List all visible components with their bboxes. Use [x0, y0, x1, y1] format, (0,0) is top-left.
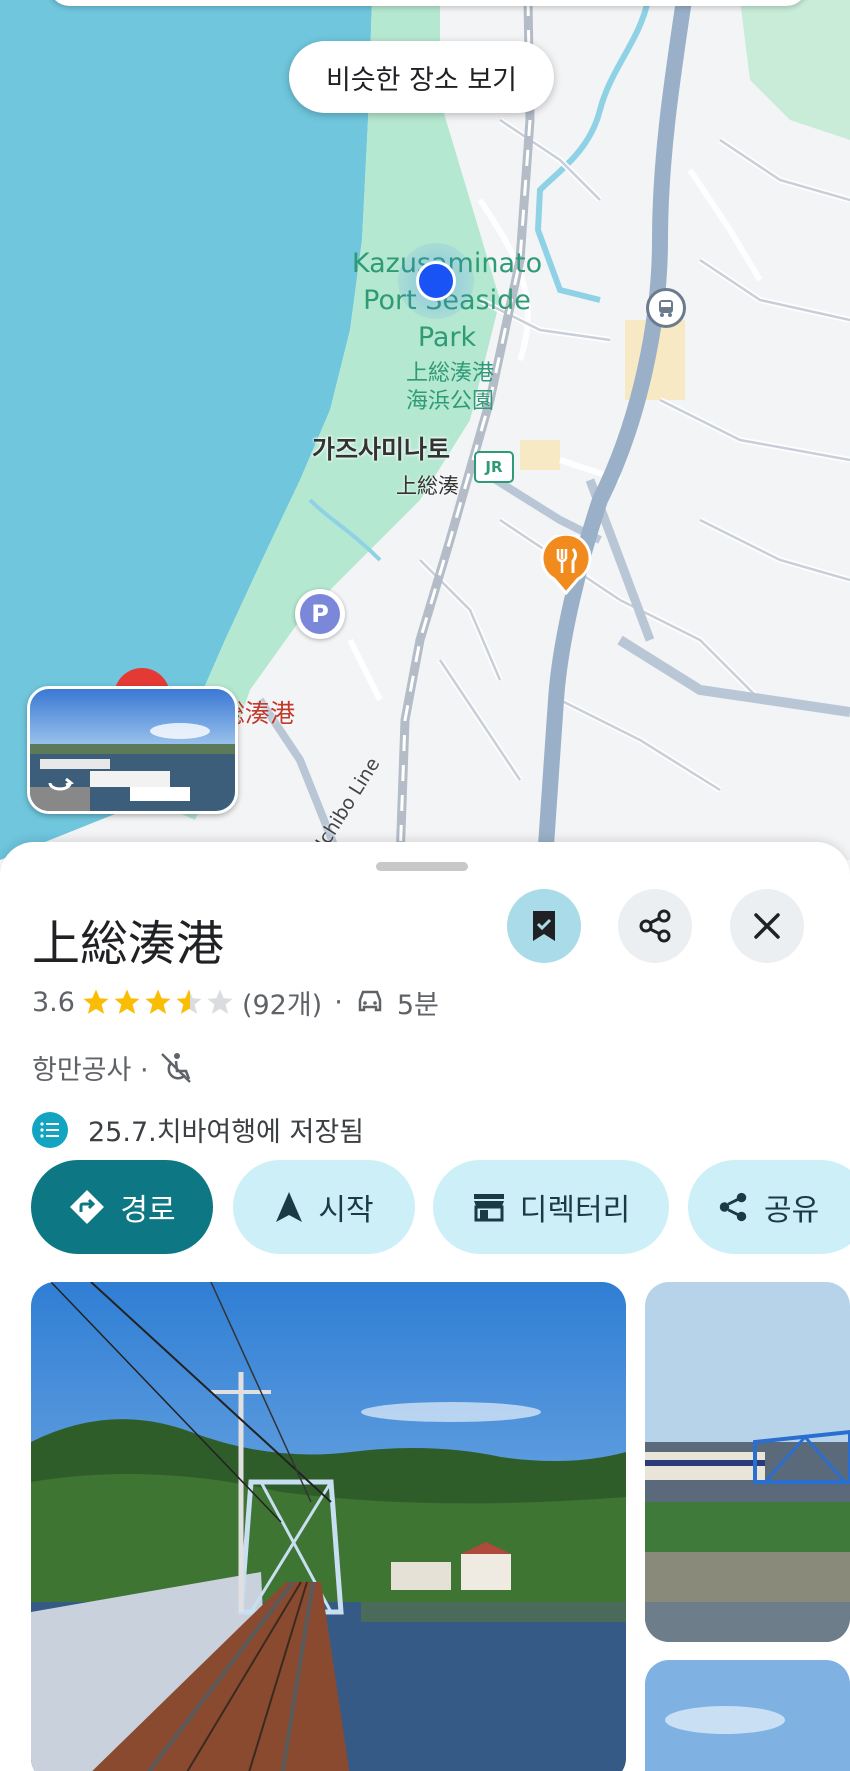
current-location-icon — [398, 243, 474, 319]
jr-station-icon[interactable]: JR — [474, 451, 514, 483]
bus-stop-icon[interactable] — [646, 288, 686, 328]
review-count[interactable]: (92개) — [242, 983, 322, 1022]
start-label: 시작 — [318, 1193, 374, 1228]
start-navigation-button[interactable]: 시작 — [233, 1160, 415, 1254]
photo-train-bridge[interactable] — [645, 1282, 850, 1642]
park-label-en-line3: Park — [417, 322, 477, 353]
restaurant-icon[interactable] — [540, 532, 592, 596]
park-label-jp-line2: 海浜公園 — [405, 389, 494, 414]
share-chip-button[interactable]: 공유 — [688, 1160, 850, 1254]
star-icon — [83, 989, 109, 1014]
save-button[interactable] — [507, 889, 581, 963]
empty-star-icon — [207, 989, 233, 1014]
no-wheelchair-icon — [160, 1052, 191, 1083]
streetview-icon — [46, 771, 74, 791]
similar-places-button[interactable]: 비슷한 장소 보기 — [289, 41, 554, 113]
photo-sky[interactable] — [645, 1660, 850, 1771]
place-category: 항만공사 · — [32, 1055, 149, 1086]
photo-railway-bridge[interactable] — [31, 1282, 626, 1771]
car-icon — [358, 990, 382, 1012]
search-bar-edge[interactable] — [48, 0, 808, 6]
rating-value: 3.6 — [32, 986, 75, 1018]
saved-list-label: 25.7.치바여행에 저장됨 — [88, 1117, 365, 1148]
close-icon — [754, 913, 780, 939]
close-button[interactable] — [730, 889, 804, 963]
rating-row[interactable]: 3.6 (92개) · 5분 — [32, 982, 439, 1022]
star-icon — [114, 989, 140, 1014]
category-row: 항만공사 · — [32, 1048, 193, 1087]
directory-label: 디렉터리 — [519, 1193, 631, 1228]
park-label-jp-line1: 上総湊港 — [405, 361, 494, 386]
place-details-sheet[interactable]: 上総湊港 3.6 (92개) · 5분 항만공사 · 25.7.치바여행에 저장… — [0, 842, 850, 1771]
store-icon — [473, 1194, 504, 1222]
drive-time: 5분 — [396, 989, 439, 1021]
parking-icon[interactable]: P — [295, 589, 345, 639]
directions-label: 경로 — [120, 1193, 176, 1228]
map-view[interactable]: 비슷한 장소 보기 Kazusaminato Port Seaside Park… — [0, 0, 850, 860]
directions-button[interactable]: 경로 — [31, 1160, 213, 1254]
streetview-thumbnail[interactable] — [27, 686, 238, 814]
station-label[interactable]: 가즈사미나토 — [312, 430, 450, 466]
directions-icon — [70, 1190, 105, 1224]
navigation-icon — [276, 1192, 303, 1222]
share-icon — [719, 1192, 747, 1222]
separator: · — [334, 986, 343, 1018]
share-label: 공유 — [764, 1193, 820, 1228]
drag-handle[interactable] — [376, 862, 468, 871]
star-icon — [145, 989, 171, 1014]
saved-list-row[interactable]: 25.7.치바여행에 저장됨 — [32, 1110, 364, 1149]
park-label-jp: 上総湊港 海浜公園 — [390, 360, 510, 416]
list-icon — [32, 1111, 68, 1148]
rating-stars — [81, 987, 236, 1017]
bookmark-icon — [533, 911, 555, 941]
share-button[interactable] — [618, 889, 692, 963]
half-star-icon — [176, 989, 202, 1014]
directory-button[interactable]: 디렉터리 — [433, 1160, 669, 1254]
photo-gallery[interactable] — [31, 1282, 850, 1771]
station-label-jp: 上総湊 — [396, 474, 459, 498]
share-icon — [639, 909, 671, 943]
place-title: 上総湊港 — [32, 916, 225, 972]
